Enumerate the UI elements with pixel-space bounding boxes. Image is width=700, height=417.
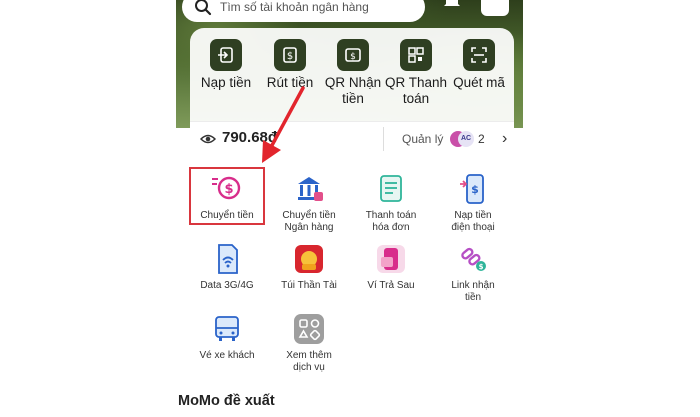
annotation-arrow (262, 86, 305, 163)
